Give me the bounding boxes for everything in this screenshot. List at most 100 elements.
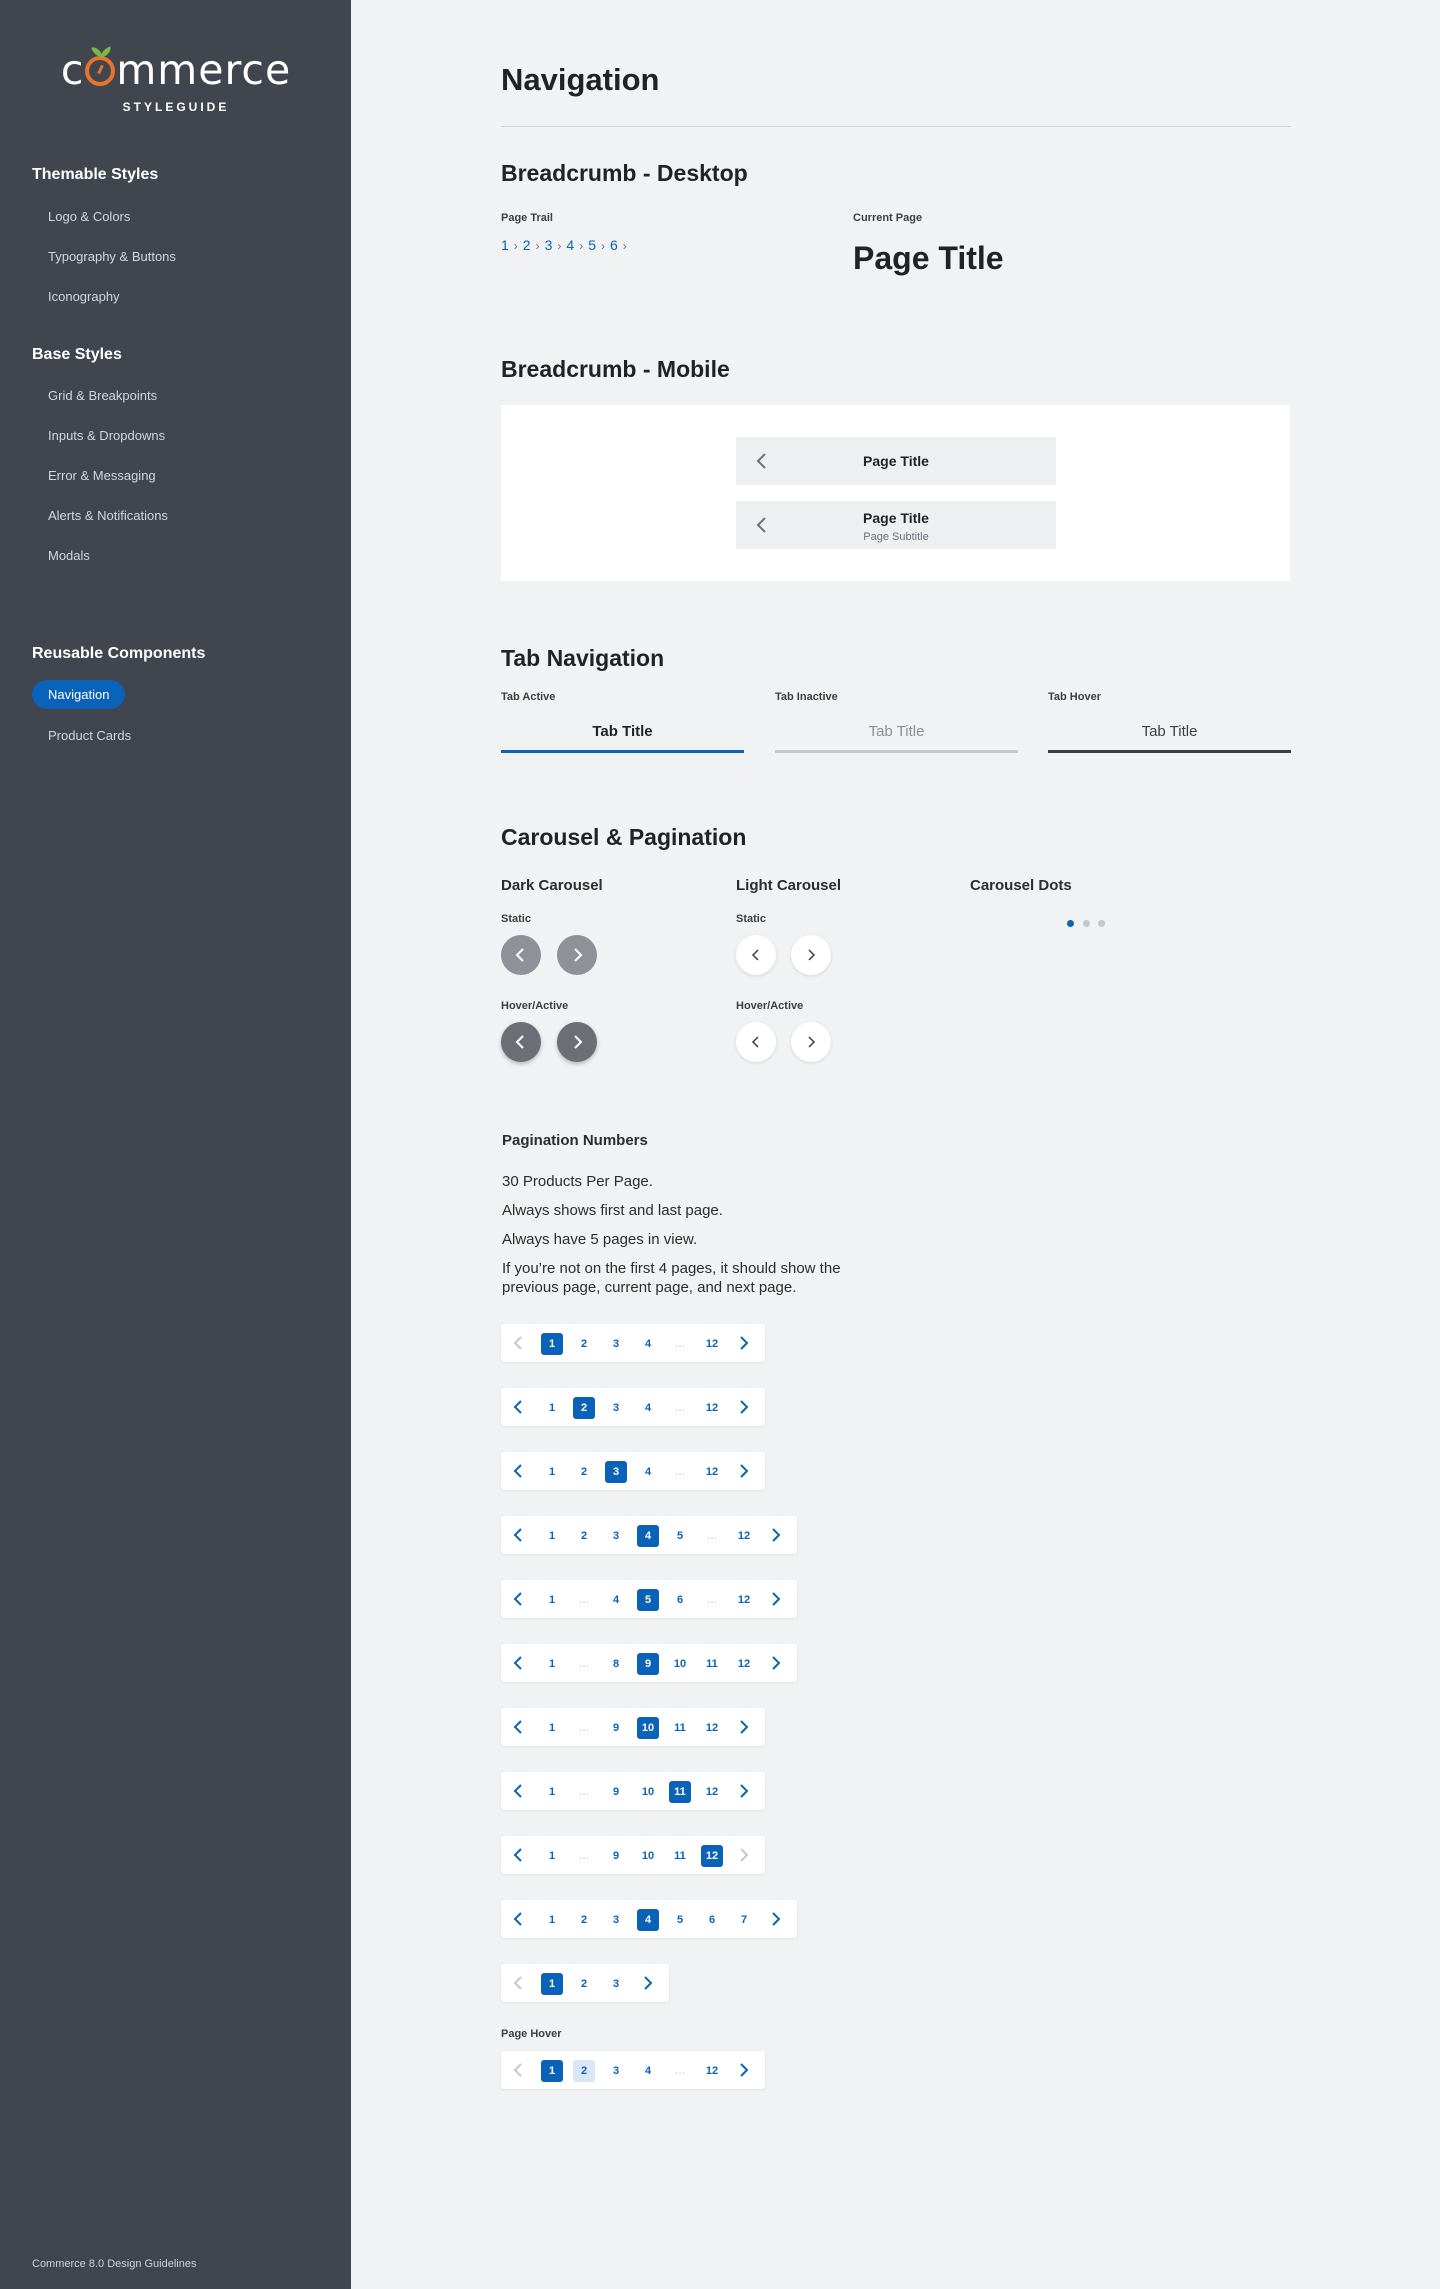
page-number[interactable]: 4 — [637, 1397, 659, 1419]
page-number[interactable]: 4 — [637, 2060, 659, 2082]
carousel-dot[interactable] — [1098, 920, 1105, 927]
page-number[interactable]: 12 — [733, 1525, 755, 1547]
carousel-prev-button-light[interactable] — [736, 935, 776, 975]
page-number-current[interactable]: 1 — [541, 1973, 563, 1995]
page-number[interactable]: 2 — [573, 1525, 595, 1547]
page-number-current[interactable]: 3 — [605, 1461, 627, 1483]
chevron-right-icon[interactable] — [735, 1782, 753, 1800]
page-number[interactable]: 1 — [541, 1909, 563, 1931]
page-number[interactable]: 2 — [573, 1461, 595, 1483]
page-number-current[interactable]: 10 — [637, 1717, 659, 1739]
chevron-right-icon[interactable] — [767, 1654, 785, 1672]
carousel-prev-button-light-hover[interactable] — [736, 1022, 776, 1062]
page-number[interactable]: 3 — [605, 1397, 627, 1419]
page-number[interactable]: 12 — [701, 1333, 723, 1355]
page-number[interactable]: 12 — [701, 1397, 723, 1419]
page-number[interactable]: 1 — [541, 1717, 563, 1739]
sidebar-item-iconography[interactable]: Iconography — [48, 289, 120, 304]
chevron-left-icon[interactable] — [509, 1782, 527, 1800]
page-number[interactable]: 2 — [573, 1909, 595, 1931]
page-number[interactable]: 4 — [605, 1589, 627, 1611]
page-number[interactable]: 3 — [605, 1525, 627, 1547]
carousel-prev-button-dark[interactable] — [501, 935, 541, 975]
chevron-right-icon[interactable] — [639, 1974, 657, 1992]
page-number-current[interactable]: 4 — [637, 1525, 659, 1547]
page-number[interactable]: 11 — [669, 1845, 691, 1867]
chevron-right-icon[interactable] — [735, 1398, 753, 1416]
chevron-right-icon[interactable] — [767, 1590, 785, 1608]
sidebar-item-error-messaging[interactable]: Error & Messaging — [48, 468, 156, 483]
sidebar-item-grid-breakpoints[interactable]: Grid & Breakpoints — [48, 388, 157, 403]
page-number[interactable]: 5 — [669, 1909, 691, 1931]
chevron-right-icon[interactable] — [767, 1526, 785, 1544]
page-number-current[interactable]: 12 — [701, 1845, 723, 1867]
chevron-right-icon[interactable] — [735, 1462, 753, 1480]
page-number[interactable]: 12 — [733, 1589, 755, 1611]
page-number-current[interactable]: 1 — [541, 1333, 563, 1355]
breadcrumb-link[interactable]: 4 — [566, 237, 574, 253]
page-number[interactable]: 12 — [733, 1653, 755, 1675]
page-number[interactable]: 3 — [605, 1333, 627, 1355]
chevron-left-icon[interactable] — [509, 1846, 527, 1864]
page-number[interactable]: 3 — [605, 1973, 627, 1995]
page-number[interactable]: 5 — [669, 1525, 691, 1547]
carousel-prev-button-dark-hover[interactable] — [501, 1022, 541, 1062]
page-number[interactable]: 8 — [605, 1653, 627, 1675]
page-number[interactable]: 9 — [605, 1845, 627, 1867]
sidebar-item-product-cards[interactable]: Product Cards — [48, 728, 131, 743]
page-number[interactable]: 9 — [605, 1717, 627, 1739]
page-number[interactable]: 10 — [637, 1845, 659, 1867]
breadcrumb-link[interactable]: 6 — [610, 237, 618, 253]
chevron-left-icon[interactable] — [509, 1526, 527, 1544]
sidebar-item-inputs-dropdowns[interactable]: Inputs & Dropdowns — [48, 428, 165, 443]
carousel-next-button-light[interactable] — [791, 935, 831, 975]
carousel-dot-active[interactable] — [1067, 920, 1074, 927]
page-number[interactable]: 4 — [637, 1333, 659, 1355]
carousel-next-button-dark[interactable] — [557, 935, 597, 975]
chevron-left-icon[interactable] — [509, 1654, 527, 1672]
page-number[interactable]: 6 — [701, 1909, 723, 1931]
chevron-left-icon[interactable] — [509, 1590, 527, 1608]
page-number[interactable]: 12 — [701, 1717, 723, 1739]
sidebar-item-modals[interactable]: Modals — [48, 548, 90, 563]
carousel-dot[interactable] — [1083, 920, 1090, 927]
chevron-left-icon[interactable] — [509, 1910, 527, 1928]
page-number[interactable]: 1 — [541, 1397, 563, 1419]
page-number[interactable]: 1 — [541, 1589, 563, 1611]
page-number[interactable]: 6 — [669, 1589, 691, 1611]
carousel-next-button-dark-hover[interactable] — [557, 1022, 597, 1062]
page-number[interactable]: 9 — [605, 1781, 627, 1803]
page-number-current[interactable]: 4 — [637, 1909, 659, 1931]
page-number[interactable]: 7 — [733, 1909, 755, 1931]
chevron-right-icon[interactable] — [735, 1334, 753, 1352]
page-number-current[interactable]: 9 — [637, 1653, 659, 1675]
page-number[interactable]: 12 — [701, 1461, 723, 1483]
page-number[interactable]: 10 — [637, 1781, 659, 1803]
sidebar-item-alerts-notifications[interactable]: Alerts & Notifications — [48, 508, 168, 523]
page-number[interactable]: 1 — [541, 1525, 563, 1547]
page-number-current[interactable]: 1 — [541, 2060, 563, 2082]
chevron-right-icon[interactable] — [735, 2061, 753, 2079]
page-number[interactable]: 1 — [541, 1781, 563, 1803]
commerce-logo[interactable]: c mmerce STYLEGUIDE — [60, 44, 292, 114]
page-number[interactable]: 1 — [541, 1461, 563, 1483]
sidebar-item-logo-colors[interactable]: Logo & Colors — [48, 209, 130, 224]
page-number[interactable]: 2 — [573, 1333, 595, 1355]
page-number[interactable]: 2 — [573, 1973, 595, 1995]
page-number[interactable]: 2 — [573, 2060, 595, 2082]
chevron-left-icon[interactable] — [509, 1718, 527, 1736]
sidebar-item-navigation[interactable]: Navigation — [32, 680, 126, 709]
breadcrumb-link[interactable]: 1 — [501, 237, 509, 253]
page-number[interactable]: 1 — [541, 1653, 563, 1675]
page-number[interactable]: 12 — [701, 2060, 723, 2082]
page-number[interactable]: 11 — [669, 1717, 691, 1739]
page-number-current[interactable]: 11 — [669, 1781, 691, 1803]
tab-inactive[interactable]: Tab Title — [775, 723, 1018, 753]
tab-active[interactable]: Tab Title — [501, 723, 744, 753]
sidebar-item-typography-buttons[interactable]: Typography & Buttons — [48, 249, 176, 264]
page-number[interactable]: 10 — [669, 1653, 691, 1675]
page-number-current[interactable]: 2 — [573, 1397, 595, 1419]
page-number[interactable]: 12 — [701, 1781, 723, 1803]
breadcrumb-link[interactable]: 3 — [545, 237, 553, 253]
page-number[interactable]: 4 — [637, 1461, 659, 1483]
